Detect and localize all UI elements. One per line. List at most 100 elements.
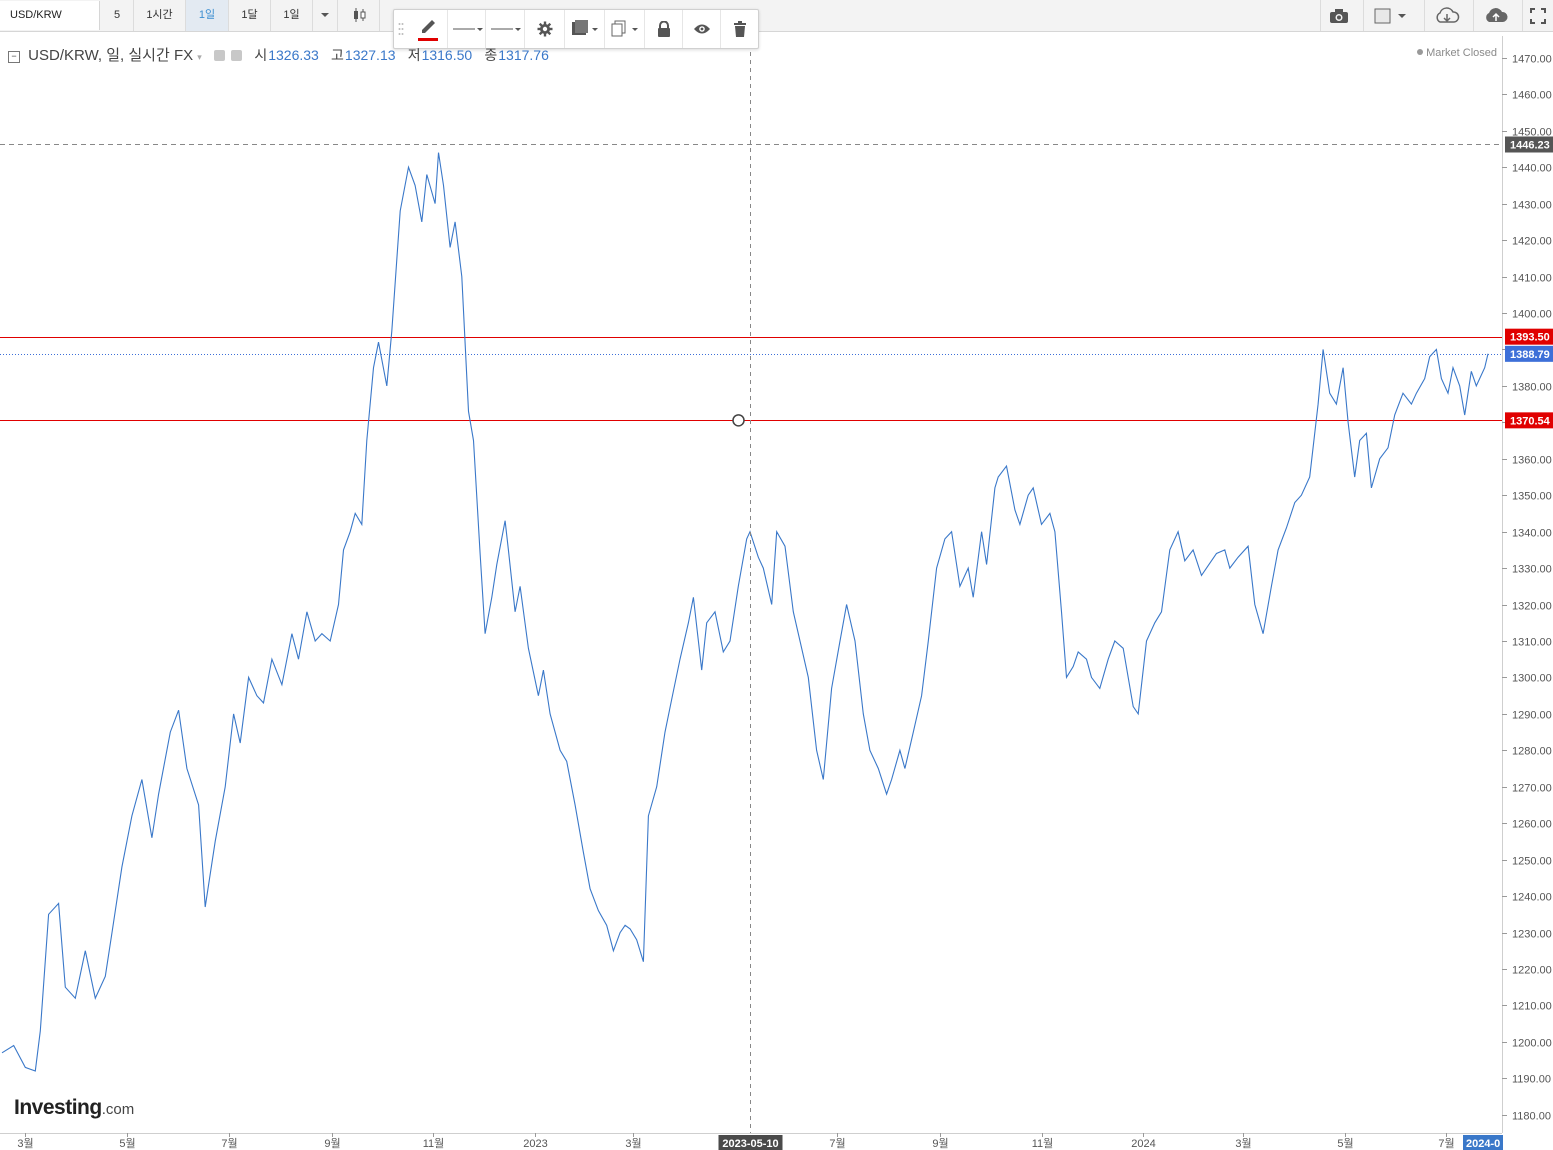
price-badge-label: 1388.79 xyxy=(1510,349,1550,361)
interval-1d-alt[interactable]: 1일 xyxy=(271,0,313,31)
line-style-button[interactable] xyxy=(448,10,486,48)
time-axis-label: 3월 xyxy=(625,1137,641,1150)
line-color-button[interactable] xyxy=(408,10,448,48)
load-chart-button[interactable] xyxy=(1424,0,1468,31)
fill-color-button[interactable] xyxy=(565,10,605,48)
legend-close-label: 종 xyxy=(484,47,498,63)
plot-background xyxy=(0,36,1502,1133)
color-square-icon xyxy=(1374,8,1406,23)
logo-suffix: .com xyxy=(101,1101,135,1118)
time-axis-label: 9월 xyxy=(932,1137,948,1150)
lock-button[interactable] xyxy=(645,10,683,48)
time-axis-label: 7월 xyxy=(829,1137,845,1150)
time-axis-label: 7월 xyxy=(221,1137,237,1150)
screenshot-button[interactable] xyxy=(1320,0,1356,31)
symbol-search-input[interactable]: USD/KRW xyxy=(0,1,100,30)
market-status-text: Market Closed xyxy=(1426,47,1497,59)
collapse-legend-icon[interactable]: − xyxy=(8,51,20,63)
drawbar-drag-handle[interactable] xyxy=(394,10,408,48)
chevron-down-icon xyxy=(321,13,329,17)
time-axis-label: 5월 xyxy=(1337,1137,1353,1150)
candlestick-icon xyxy=(353,8,365,22)
legend-title: USD/KRW, 일, 실시간 FX xyxy=(28,47,194,64)
price-axis[interactable]: 1180.00 1190.00 1200.00 1210.00 1220.00 1230.… xyxy=(1502,36,1553,1133)
line-width-icon xyxy=(491,28,521,31)
logo-main: Investing xyxy=(14,1096,102,1119)
lock-icon xyxy=(657,21,670,37)
pencil-icon xyxy=(417,20,438,41)
interval-1d[interactable]: 1일 xyxy=(186,0,229,31)
legend-open-label: 시 xyxy=(254,47,268,63)
fullscreen-button[interactable] xyxy=(1522,0,1553,31)
legend-eye-icon[interactable] xyxy=(214,50,225,61)
price-axis-label: 1430.00 xyxy=(1512,200,1552,212)
last-date-label: 2024-0 xyxy=(1466,1138,1500,1150)
price-axis-label: 1190.00 xyxy=(1512,1074,1551,1086)
trash-icon xyxy=(733,21,746,37)
cloud-upload-icon xyxy=(1485,7,1508,22)
price-axis-label: 1310.00 xyxy=(1512,637,1552,649)
price-badge-label: 1446.23 xyxy=(1510,139,1550,151)
price-axis-label: 1470.00 xyxy=(1512,54,1552,66)
interval-1mo[interactable]: 1달 xyxy=(229,0,271,31)
price-axis-label: 1410.00 xyxy=(1512,273,1552,285)
time-axis-label: 3월 xyxy=(1235,1137,1251,1150)
time-axis-label: 9월 xyxy=(324,1137,340,1150)
save-chart-button[interactable] xyxy=(1473,0,1517,31)
drawing-settings-button[interactable] xyxy=(525,10,565,48)
price-chart[interactable]: 1180.00 1190.00 1200.00 1210.00 1220.00 1230.… xyxy=(0,0,1553,1150)
crosshair-date-label: 2023-05-10 xyxy=(722,1138,778,1150)
time-axis-label: 7월 xyxy=(1438,1137,1454,1150)
interval-dropdown-button[interactable] xyxy=(313,0,338,31)
interval-5[interactable]: 5 xyxy=(101,0,134,31)
price-axis-label: 1350.00 xyxy=(1512,491,1552,503)
price-axis-label: 1260.00 xyxy=(1512,819,1552,831)
interval-1h[interactable]: 1시간 xyxy=(134,0,186,31)
price-axis-label: 1460.00 xyxy=(1512,90,1552,102)
price-axis-label: 1180.00 xyxy=(1512,1111,1551,1123)
legend-low-value: 1316.50 xyxy=(421,47,473,63)
legend-close-value: 1317.76 xyxy=(498,47,549,63)
price-axis-label: 1420.00 xyxy=(1512,236,1552,248)
price-axis-label: 1340.00 xyxy=(1512,528,1552,540)
visibility-eye-icon xyxy=(693,24,710,34)
legend-settings-icon[interactable] xyxy=(231,50,243,61)
price-axis-label: 1200.00 xyxy=(1512,1038,1552,1050)
price-axis-label: 1330.00 xyxy=(1512,564,1552,576)
time-axis-label: 11월 xyxy=(423,1137,445,1150)
chart-type-button[interactable] xyxy=(340,0,380,31)
price-axis-label: 1220.00 xyxy=(1512,965,1552,977)
legend-high-value: 1327.13 xyxy=(344,47,396,63)
drag-handle-icon xyxy=(398,23,404,35)
color-theme-button[interactable] xyxy=(1363,0,1415,31)
status-dot-icon xyxy=(1417,49,1424,55)
market-status: Market Closed xyxy=(1417,47,1497,59)
line-style-icon xyxy=(452,28,483,31)
time-axis[interactable]: 3월 5월 7월 9월 11월 2023 3월 7월 9월 11월 2024 3월 5월 7월 2023-0… xyxy=(0,1133,1503,1150)
fill-color-icon xyxy=(571,20,598,35)
price-badge-label: 1393.50 xyxy=(1510,332,1550,344)
price-axis-label: 1250.00 xyxy=(1512,856,1552,868)
time-axis-label: 2024 xyxy=(1131,1138,1155,1150)
price-axis-label: 1320.00 xyxy=(1512,601,1552,613)
investing-logo: Investing.com xyxy=(14,1096,134,1120)
legend-high-label: 고 xyxy=(331,47,344,63)
delete-drawing-button[interactable] xyxy=(721,10,758,48)
price-axis-label: 1360.00 xyxy=(1512,455,1552,467)
clone-button[interactable] xyxy=(605,10,645,48)
time-axis-label: 3월 xyxy=(17,1137,33,1150)
price-axis-label: 1270.00 xyxy=(1512,783,1552,795)
time-axis-label: 2023 xyxy=(523,1138,547,1150)
line-width-button[interactable] xyxy=(486,10,525,48)
legend-dropdown-icon[interactable]: ▾ xyxy=(197,52,202,62)
visibility-button[interactable] xyxy=(683,10,721,48)
camera-icon xyxy=(1329,8,1348,23)
chart-legend: − USD/KRW, 일, 실시간 FX ▾ 시1326.33 고1327.13… xyxy=(8,45,557,65)
drawing-anchor-handle[interactable] xyxy=(732,414,745,427)
top-toolbar: USD/KRW 5 1시간 1일 1달 1일 xyxy=(0,0,1553,32)
time-axis-label: 11월 xyxy=(1032,1137,1054,1150)
cloud-download-icon xyxy=(1435,6,1459,23)
legend-low-label: 저 xyxy=(407,47,421,63)
time-axis-label: 5월 xyxy=(119,1137,135,1150)
clone-icon xyxy=(611,20,638,37)
